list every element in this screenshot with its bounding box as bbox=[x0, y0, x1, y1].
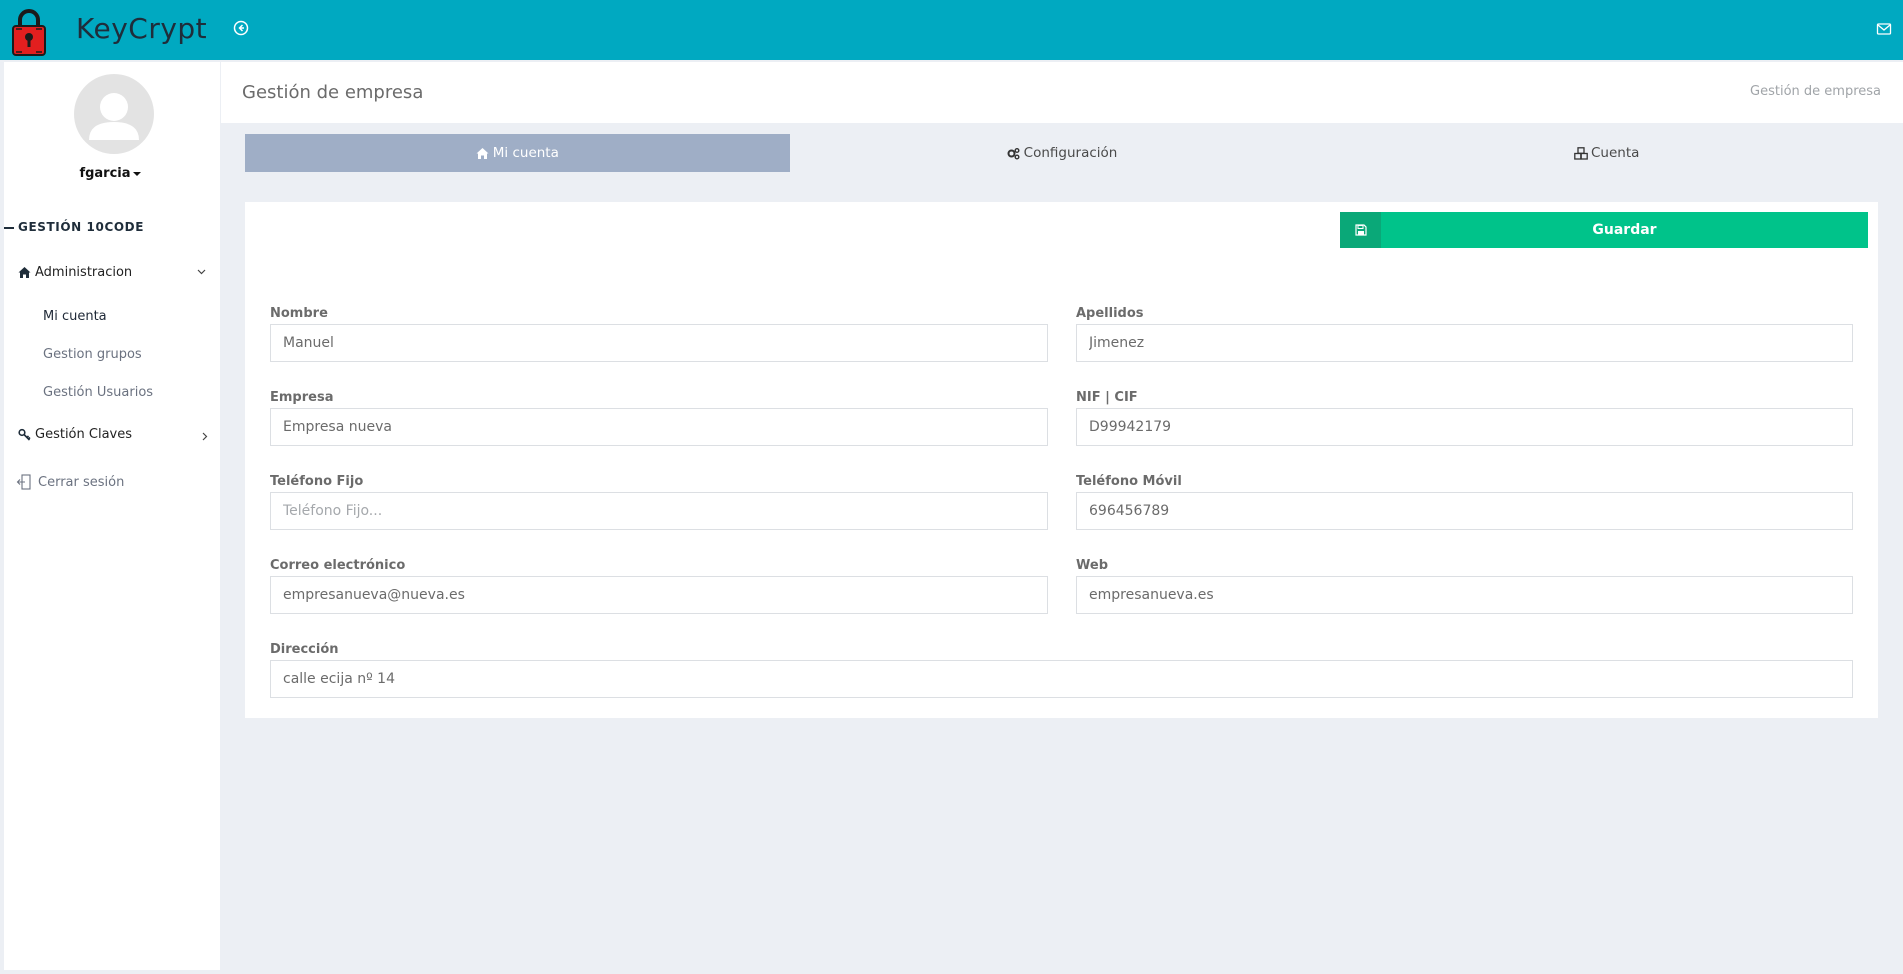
breadcrumb[interactable]: Gestión de empresa bbox=[1750, 84, 1881, 99]
logout-label: Cerrar sesión bbox=[38, 474, 125, 490]
home-icon bbox=[18, 266, 31, 279]
key-icon bbox=[18, 428, 31, 441]
account-form-card: Guardar Nombre Apellidos Empresa NIF | C… bbox=[245, 202, 1878, 718]
empresa-label: Empresa bbox=[270, 390, 334, 405]
logout-icon bbox=[16, 473, 32, 491]
direccion-input[interactable] bbox=[270, 660, 1853, 698]
page-title: Gestión de empresa bbox=[242, 82, 424, 103]
gears-icon bbox=[1007, 147, 1020, 160]
save-button-label: Guardar bbox=[1592, 222, 1657, 238]
red-padlock-logo-icon bbox=[10, 7, 48, 57]
sidebar-section-title: GESTIÓN 10CODE bbox=[4, 220, 144, 234]
direccion-label: Dirección bbox=[270, 642, 339, 657]
logout-link[interactable]: Cerrar sesión bbox=[16, 473, 124, 491]
nif-cif-label: NIF | CIF bbox=[1076, 390, 1138, 405]
save-button[interactable]: Guardar bbox=[1340, 212, 1868, 248]
username-label: fgarcia bbox=[79, 166, 131, 181]
sidebar-subitem-mi-cuenta[interactable]: Mi cuenta bbox=[43, 309, 107, 324]
cubes-icon bbox=[1574, 146, 1588, 160]
telefono-fijo-label: Teléfono Fijo bbox=[270, 474, 364, 489]
tab-label: Cuenta bbox=[1590, 145, 1640, 161]
nombre-input[interactable] bbox=[270, 324, 1048, 362]
sidebar-item-label: Administracion bbox=[35, 265, 133, 280]
caret-down-icon bbox=[132, 171, 141, 176]
apellidos-input[interactable] bbox=[1076, 324, 1853, 362]
dash-icon bbox=[4, 226, 14, 229]
telefono-movil-input[interactable] bbox=[1076, 492, 1853, 530]
telefono-fijo-input[interactable] bbox=[270, 492, 1048, 530]
sidebar-subitem-gestion-usuarios[interactable]: Gestión Usuarios bbox=[43, 385, 153, 400]
top-navbar: KeyCrypt bbox=[0, 0, 1903, 60]
correo-input[interactable] bbox=[270, 576, 1048, 614]
circle-arrow-left-icon[interactable] bbox=[232, 19, 250, 37]
app-name: KeyCrypt bbox=[76, 12, 208, 45]
web-input[interactable] bbox=[1076, 576, 1853, 614]
home-icon bbox=[476, 147, 489, 160]
nombre-label: Nombre bbox=[270, 306, 328, 321]
tab-label: Mi cuenta bbox=[492, 145, 559, 161]
tab-cuenta[interactable]: Cuenta bbox=[1334, 134, 1879, 172]
sidebar-item-gestion-claves[interactable]: Gestión Claves bbox=[18, 427, 132, 442]
page-header: Gestión de empresa Gestión de empresa bbox=[221, 62, 1903, 123]
apellidos-label: Apellidos bbox=[1076, 306, 1144, 321]
floppy-disk-icon bbox=[1340, 212, 1381, 248]
sidebar: fgarcia GESTIÓN 10CODE Administracion Mi… bbox=[4, 62, 220, 970]
chevron-down-icon[interactable] bbox=[197, 266, 206, 279]
nif-cif-input[interactable] bbox=[1076, 408, 1853, 446]
tabs-bar: Mi cuenta Configuración Cuenta bbox=[245, 134, 1879, 172]
web-label: Web bbox=[1076, 558, 1108, 573]
envelope-icon[interactable] bbox=[1876, 21, 1892, 35]
chevron-right-icon[interactable] bbox=[200, 431, 209, 444]
tab-label: Configuración bbox=[1023, 145, 1118, 161]
sidebar-subitem-gestion-grupos[interactable]: Gestion grupos bbox=[43, 347, 142, 362]
sidebar-item-label: Gestión Claves bbox=[35, 427, 132, 442]
telefono-movil-label: Teléfono Móvil bbox=[1076, 474, 1182, 489]
correo-label: Correo electrónico bbox=[270, 558, 406, 573]
user-menu-toggle[interactable]: fgarcia bbox=[4, 166, 216, 181]
tab-configuracion[interactable]: Configuración bbox=[790, 134, 1335, 172]
empresa-input[interactable] bbox=[270, 408, 1048, 446]
avatar[interactable] bbox=[74, 74, 154, 154]
sidebar-item-administracion[interactable]: Administracion bbox=[18, 265, 132, 280]
tab-mi-cuenta[interactable]: Mi cuenta bbox=[245, 134, 790, 172]
